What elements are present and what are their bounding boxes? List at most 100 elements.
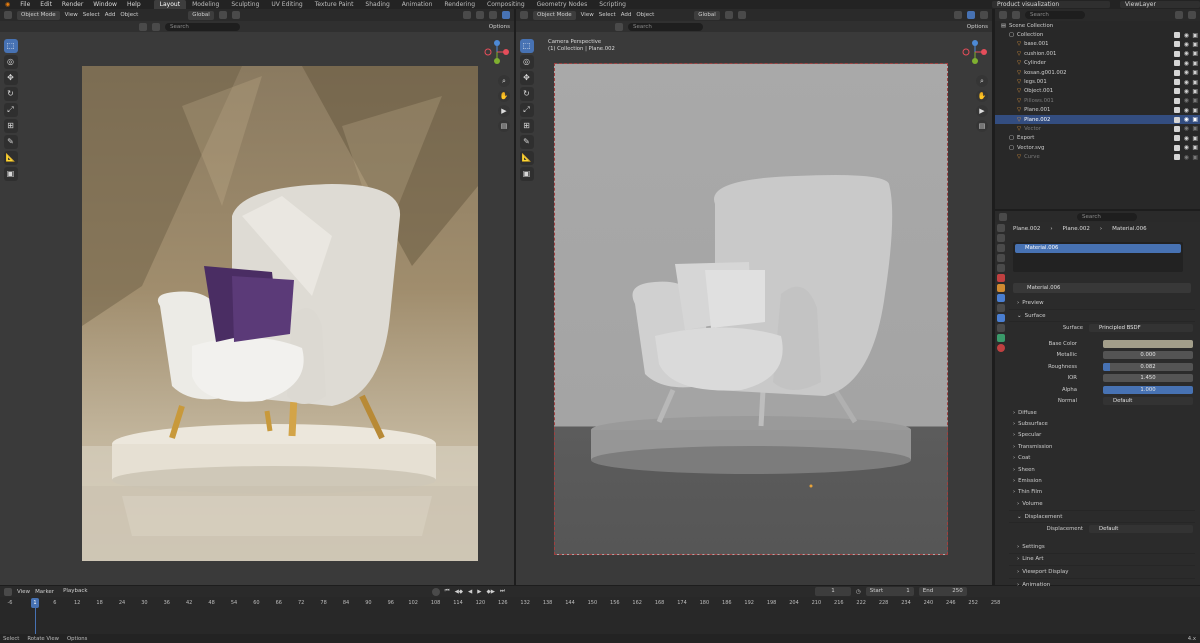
material-tab-icon[interactable]	[997, 344, 1005, 352]
shader-subsection[interactable]: › Subsurface	[1009, 418, 1195, 429]
section-volume[interactable]: › Volume	[1009, 498, 1195, 511]
outliner-item[interactable]: ▽ Plane.002 ◉ ▣	[995, 114, 1200, 125]
measure-tool-icon-right[interactable]: 📐	[519, 151, 534, 165]
clock-icon[interactable]: ◷	[856, 589, 861, 595]
visibility-eye-icon[interactable]: ◉	[1184, 97, 1189, 104]
right-viewport[interactable]: Object Mode View Select Add Object Globa…	[516, 9, 992, 585]
lock-icon-right[interactable]: ▤	[976, 120, 988, 132]
output-tab-icon[interactable]	[997, 244, 1005, 252]
constraints-tab-icon[interactable]	[997, 324, 1005, 332]
menu-file[interactable]: File	[15, 1, 35, 8]
outliner-item[interactable]: ▽ kosan.g001.002 ◉ ▣	[995, 68, 1200, 77]
tab-geometry-nodes[interactable]: Geometry Nodes	[531, 0, 594, 9]
transform-tool-icon-right[interactable]: ⊞	[519, 119, 534, 133]
playhead[interactable]: 1	[31, 598, 39, 608]
scene-selector[interactable]: Product visualization	[992, 1, 1110, 8]
include-checkbox[interactable]	[1174, 50, 1180, 57]
tab-texture-paint[interactable]: Texture Paint	[309, 0, 360, 9]
timeline-menu-playback[interactable]: Playback	[59, 587, 92, 596]
material-slot-list[interactable]: Material.006	[1013, 242, 1183, 272]
render-camera-icon[interactable]: ▣	[1192, 154, 1198, 161]
filter-icon-2[interactable]	[152, 22, 160, 31]
right-mode-select[interactable]: Object Mode	[533, 10, 576, 20]
tab-rendering[interactable]: Rendering	[438, 0, 481, 9]
view-layer-selector[interactable]: ViewLayer	[1120, 1, 1200, 8]
new-collection-icon[interactable]	[1188, 11, 1196, 19]
shader-subsection[interactable]: › Thin Film	[1009, 487, 1195, 498]
shader-input-field[interactable]	[1103, 339, 1193, 348]
filter-icon-right[interactable]	[615, 22, 623, 31]
left-gizmo[interactable]	[484, 39, 510, 65]
render-tab-icon[interactable]	[997, 234, 1005, 242]
include-checkbox[interactable]	[1174, 107, 1180, 114]
left-menu-object[interactable]: Object	[120, 12, 138, 18]
include-checkbox[interactable]	[1174, 144, 1180, 151]
play-reverse-icon[interactable]: ◀	[468, 589, 472, 595]
editor-type-icon-right[interactable]	[520, 11, 528, 19]
render-camera-icon[interactable]: ▣	[1192, 88, 1198, 95]
render-camera-icon[interactable]: ▣	[1192, 107, 1198, 114]
rotate-tool-icon-right[interactable]: ↻	[519, 87, 534, 101]
visibility-eye-icon[interactable]: ◉	[1184, 154, 1189, 161]
timeline-editor-icon[interactable]	[4, 587, 12, 596]
shader-input-field[interactable]: 0.000	[1103, 351, 1193, 360]
visibility-eye-icon[interactable]: ◉	[1184, 41, 1189, 48]
right-search-input[interactable]: Search	[628, 22, 703, 31]
jump-end-icon[interactable]: ⏭	[500, 588, 505, 595]
camera-view-icon-right[interactable]: ▶	[976, 105, 988, 117]
left-menu-select[interactable]: Select	[83, 12, 100, 18]
play-icon[interactable]: ▶	[477, 589, 481, 595]
tab-compositing[interactable]: Compositing	[481, 0, 531, 9]
scale-tool-icon-right[interactable]: ⤢	[519, 103, 534, 117]
world-tab-icon[interactable]	[997, 274, 1005, 282]
add-cube-tool-icon-right[interactable]: ▣	[519, 167, 534, 181]
outliner-item[interactable]: ▽ Curve ◉ ▣	[995, 152, 1200, 161]
right-menu-select[interactable]: Select	[599, 12, 616, 18]
include-checkbox[interactable]	[1174, 154, 1180, 161]
left-orientation-select[interactable]: Global	[188, 10, 214, 20]
section-displacement[interactable]: ⌄ Displacement	[1009, 511, 1195, 524]
render-camera-icon[interactable]: ▣	[1192, 135, 1198, 142]
overlay-icon[interactable]	[463, 11, 471, 19]
left-mode-select[interactable]: Object Mode	[17, 10, 60, 20]
menu-window[interactable]: Window	[88, 1, 122, 8]
include-checkbox[interactable]	[1174, 69, 1180, 76]
record-icon[interactable]	[431, 587, 440, 596]
zoom-icon-right[interactable]: ⌕	[976, 75, 988, 87]
include-checkbox[interactable]	[1174, 88, 1180, 95]
editor-type-icon[interactable]	[4, 11, 12, 19]
shader-subsection[interactable]: › Emission	[1009, 475, 1195, 486]
render-camera-icon[interactable]: ▣	[1192, 125, 1198, 132]
shader-input-field[interactable]: 1.000	[1103, 385, 1193, 394]
add-cube-tool-icon[interactable]: ▣	[3, 167, 18, 181]
render-camera-icon[interactable]: ▣	[1192, 60, 1198, 67]
include-checkbox[interactable]	[1174, 79, 1180, 86]
overlay-icon-right[interactable]	[954, 11, 962, 19]
left-menu-view[interactable]: View	[65, 12, 78, 18]
render-camera-icon[interactable]: ▣	[1192, 32, 1198, 39]
render-camera-icon[interactable]: ▣	[1192, 41, 1198, 48]
visibility-eye-icon[interactable]: ◉	[1184, 116, 1189, 123]
left-viewport[interactable]: Object Mode View Select Add Object Globa…	[0, 9, 514, 585]
move-tool-icon[interactable]: ✥	[3, 71, 18, 85]
blender-logo-icon[interactable]: ◉	[0, 1, 15, 8]
render-camera-icon[interactable]: ▣	[1192, 144, 1198, 151]
tab-scripting[interactable]: Scripting	[593, 0, 632, 9]
material-datablock[interactable]: Material.006	[1013, 283, 1191, 293]
zoom-icon[interactable]: ⌕	[498, 75, 510, 87]
render-camera-icon[interactable]: ▣	[1192, 50, 1198, 57]
shading-solid-icon[interactable]	[489, 11, 497, 19]
menu-render[interactable]: Render	[57, 1, 88, 8]
section-preview[interactable]: › Preview	[1009, 297, 1195, 310]
outliner-root[interactable]: ▤ Scene Collection	[995, 21, 1200, 30]
render-camera-icon[interactable]: ▣	[1192, 116, 1198, 123]
pan-hand-icon-right[interactable]: ✋	[976, 90, 988, 102]
lock-icon[interactable]: ▤	[498, 120, 510, 132]
shading-solid-icon-right[interactable]	[967, 11, 975, 19]
include-checkbox[interactable]	[1174, 32, 1180, 39]
shader-subsection[interactable]: › Diffuse	[1009, 407, 1195, 418]
include-checkbox[interactable]	[1174, 97, 1180, 104]
left-menu-add[interactable]: Add	[105, 12, 116, 18]
render-camera-icon[interactable]: ▣	[1192, 97, 1198, 104]
modifier-tab-icon[interactable]	[997, 294, 1005, 302]
